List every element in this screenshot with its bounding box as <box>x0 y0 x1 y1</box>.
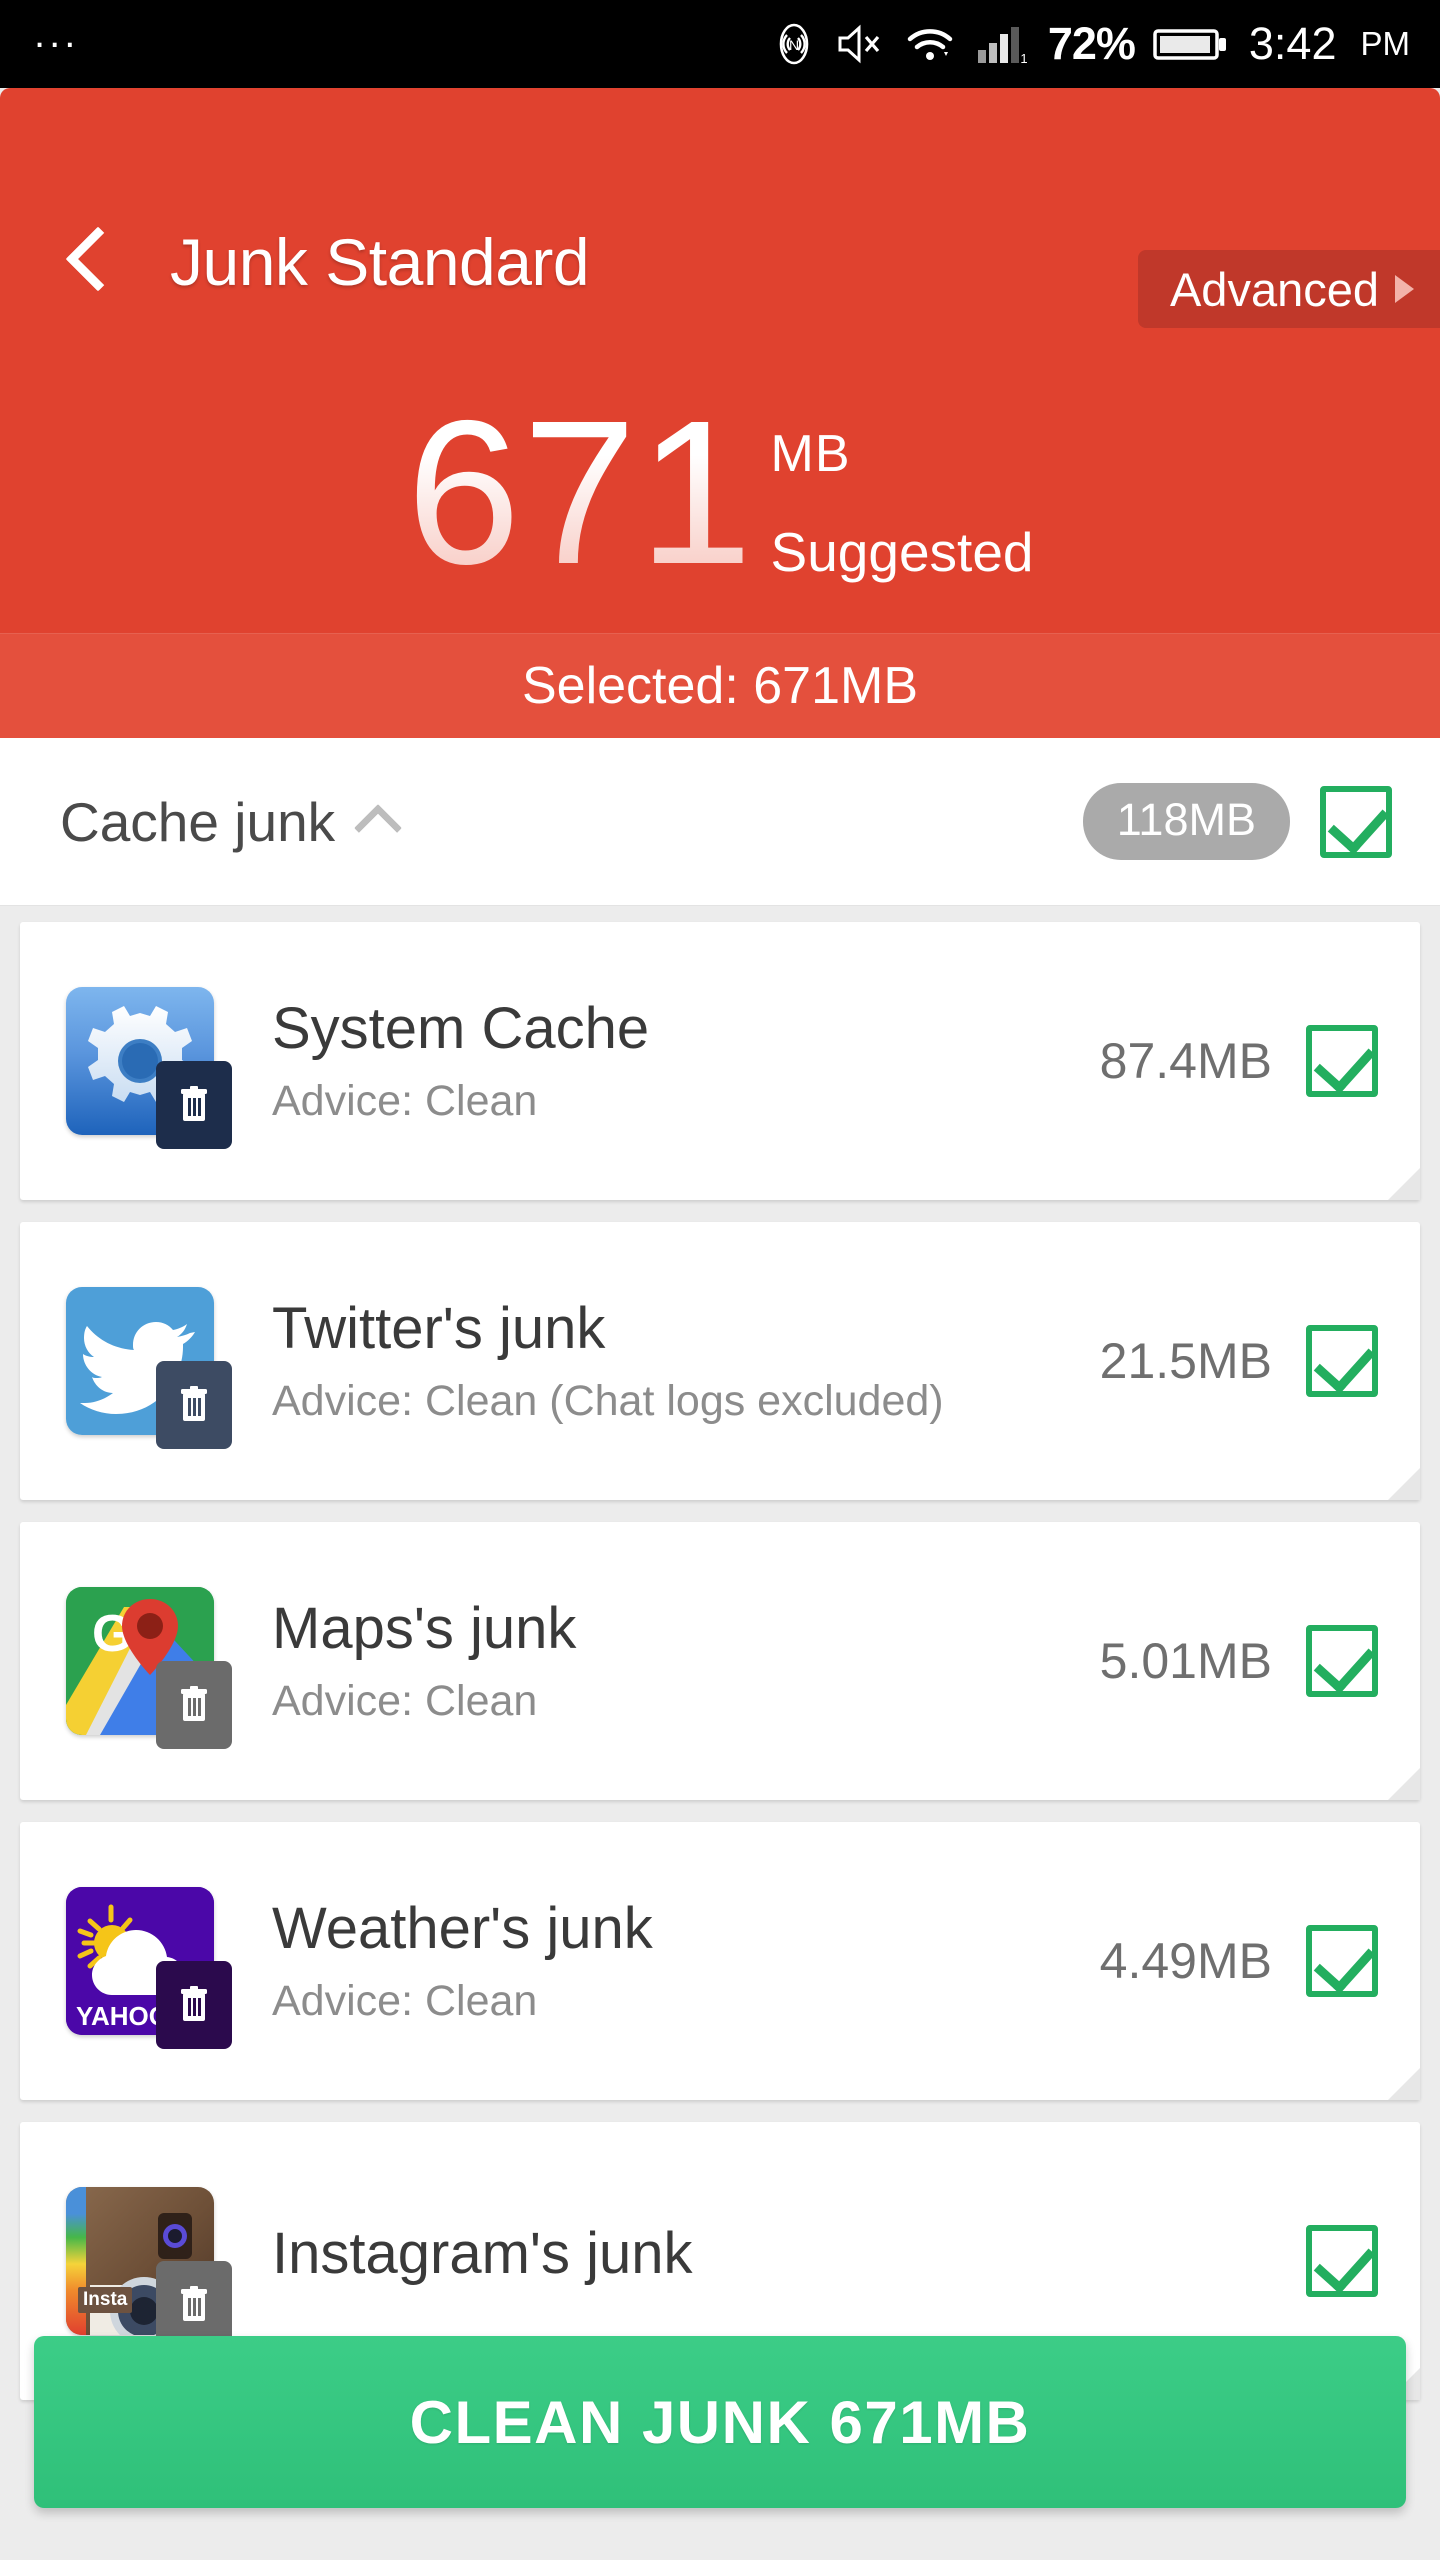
clean-junk-button-label: CLEAN JUNK 671MB <box>409 2388 1031 2456</box>
list-item-advice: Advice: Clean <box>272 1976 538 2025</box>
list-item-size: 87.4MB <box>1099 1033 1272 1089</box>
list-item[interactable]: G Maps's junk Advice: Clean 5.01MB <box>20 1522 1420 1800</box>
back-chevron-icon[interactable] <box>65 226 131 292</box>
card-corner-fold <box>1388 1768 1420 1800</box>
group-size-badge: 118MB <box>1082 783 1290 860</box>
list-item-checkbox[interactable] <box>1306 2225 1378 2297</box>
status-bar-left: ... <box>0 14 79 54</box>
list-item-advice: Advice: Clean (Chat logs excluded) <box>272 1376 944 1425</box>
total-size-value: 671 <box>406 378 755 607</box>
advanced-button-label: Advanced <box>1169 262 1379 316</box>
clock-ampm-label: PM <box>1360 25 1411 62</box>
page-title: Junk Standard <box>170 225 590 299</box>
list-item-text: Twitter's junk Advice: Clean (Chat logs … <box>272 1296 1100 1426</box>
card-corner-fold <box>1388 1168 1420 1200</box>
clock-label: 3:42 <box>1248 18 1337 69</box>
battery-percent-label: 72% <box>1047 18 1136 69</box>
group-checkbox[interactable] <box>1320 785 1392 858</box>
app-icon: G <box>66 1587 232 1749</box>
selected-summary-band: Selected: 671MB <box>0 633 1440 738</box>
app-icon <box>66 1287 232 1449</box>
junk-item-list: System Cache Advice: Clean 87.4MB Twitte… <box>0 906 1440 2400</box>
list-item-text: Instagram's junk <box>272 2221 1272 2302</box>
list-item-text: System Cache Advice: Clean <box>272 996 1100 1126</box>
list-item-checkbox[interactable] <box>1306 1025 1378 1097</box>
list-item-title: Twitter's junk <box>272 1296 606 1362</box>
app-icon: Insta <box>66 2187 232 2349</box>
volume-muted-icon <box>834 22 886 66</box>
advanced-button[interactable]: Advanced <box>1137 250 1440 328</box>
card-corner-fold <box>1388 2068 1420 2100</box>
signal-bars-icon: 1 <box>974 22 1030 66</box>
trash-badge-icon <box>156 1061 232 1149</box>
total-size-caption: Suggested <box>770 521 1034 583</box>
status-bar: ... N 1 72% 3:42 PM <box>0 0 1440 88</box>
list-item-advice: Advice: Clean <box>272 1676 538 1725</box>
app-icon: YAHOO <box>66 1887 232 2049</box>
instagram-wordmark: Insta <box>78 2287 133 2313</box>
chevron-up-icon[interactable] <box>354 803 403 852</box>
total-size-units: MB Suggested <box>771 398 1034 584</box>
list-item-size: 5.01MB <box>1099 1633 1272 1689</box>
chevron-right-icon <box>1395 275 1414 303</box>
list-item-title: Maps's junk <box>272 1596 577 1662</box>
card-corner-fold <box>1388 1468 1420 1500</box>
list-item-checkbox[interactable] <box>1306 1625 1378 1697</box>
list-item-size: 21.5MB <box>1099 1333 1272 1389</box>
app-screen: ... N 1 72% 3:42 PM Junk Standard Advanc… <box>0 0 1440 2560</box>
list-item-title: Instagram's junk <box>272 2220 693 2286</box>
list-item[interactable]: Twitter's junk Advice: Clean (Chat logs … <box>20 1222 1420 1500</box>
clean-junk-button[interactable]: CLEAN JUNK 671MB <box>34 2336 1406 2508</box>
list-item-text: Weather's junk Advice: Clean <box>272 1896 1100 2026</box>
selected-summary-label: Selected: 671MB <box>521 657 919 715</box>
list-item-size: 4.49MB <box>1099 1933 1272 1989</box>
svg-text:N: N <box>789 37 799 53</box>
total-size-unit-label: MB <box>770 425 851 483</box>
list-item-text: Maps's junk Advice: Clean <box>272 1596 1100 1726</box>
list-item-title: System Cache <box>272 996 650 1062</box>
trash-badge-icon <box>156 1661 232 1749</box>
group-title: Cache junk <box>60 790 336 853</box>
list-item[interactable]: YAHOO Weather's junk Advice: Clean 4.49M… <box>20 1822 1420 2100</box>
list-item-advice: Advice: Clean <box>272 1076 538 1125</box>
group-header-cache-junk[interactable]: Cache junk 118MB <box>0 738 1440 906</box>
header-topbar <box>0 88 1440 228</box>
battery-icon <box>1153 22 1231 66</box>
junk-list-container: Cache junk 118MB System Cache Advice: Cl… <box>0 738 1440 2560</box>
signal-label: 1 <box>1020 51 1027 66</box>
list-item[interactable]: System Cache Advice: Clean 87.4MB <box>20 922 1420 1200</box>
wifi-icon <box>904 22 956 66</box>
app-icon <box>66 987 232 1149</box>
overflow-dots-icon: ... <box>34 12 80 56</box>
nfc-icon: N <box>772 22 816 66</box>
total-size-display: 671 MB Suggested <box>0 378 1440 607</box>
status-bar-right: N 1 72% 3:42 PM <box>772 18 1440 70</box>
group-header-right: 118MB <box>1082 783 1392 860</box>
list-item-title: Weather's junk <box>272 1896 653 1962</box>
trash-badge-icon <box>156 1361 232 1449</box>
list-item-checkbox[interactable] <box>1306 1925 1378 1997</box>
trash-badge-icon <box>156 1961 232 2049</box>
app-header: Junk Standard Advanced 671 MB Suggested <box>0 88 1440 638</box>
list-item-checkbox[interactable] <box>1306 1325 1378 1397</box>
